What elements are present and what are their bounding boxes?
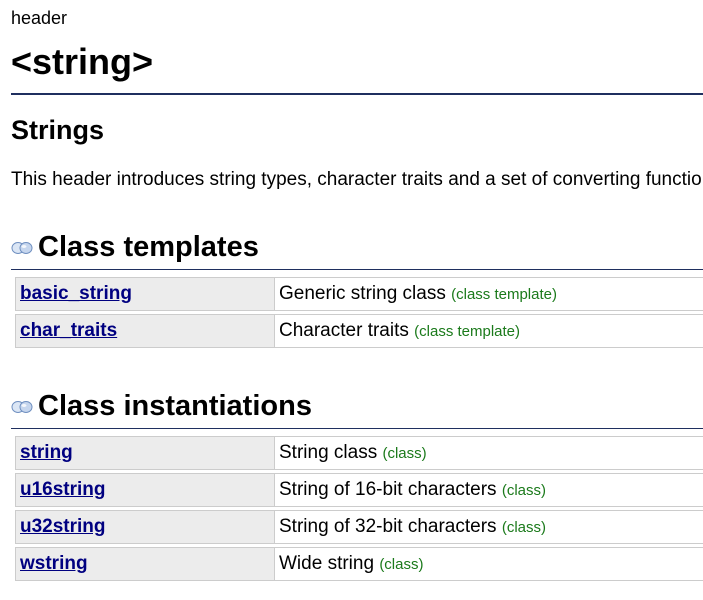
member-description: String of 16-bit characters — [279, 479, 497, 500]
member-name-cell: u32string — [15, 510, 274, 544]
table-row: wstring Wide string (class) — [15, 547, 703, 581]
member-name-cell: basic_string — [15, 277, 274, 311]
member-name-cell: u16string — [15, 473, 274, 507]
table-row: basic_string Generic string class (class… — [15, 277, 703, 311]
member-kind-badge: (class template) — [451, 286, 557, 303]
member-description: String class — [279, 442, 378, 463]
page-kind-label: header — [11, 8, 68, 28]
member-description: Generic string class — [279, 283, 446, 304]
member-description-cell: Wide string (class) — [274, 547, 703, 581]
member-name-cell: char_traits — [15, 314, 274, 348]
reference-page: header <string> Strings This header intr… — [0, 0, 703, 600]
table-row: u16string String of 16-bit characters (c… — [15, 473, 703, 507]
section-title: Class templates — [38, 231, 259, 263]
member-kind-badge: (class) — [501, 519, 546, 536]
member-name-cell: string — [15, 436, 274, 470]
page-subtitle: Strings — [11, 115, 105, 145]
member-description-cell: String class (class) — [274, 436, 703, 470]
link-u32string[interactable]: u32string — [20, 516, 106, 537]
page-title: <string> — [11, 41, 154, 82]
title-divider — [11, 93, 703, 95]
class-group-icon — [11, 401, 33, 413]
section-header-class-instantiations: Class instantiations — [11, 388, 312, 424]
section-title: Class instantiations — [38, 390, 312, 422]
member-kind-badge: (class) — [382, 445, 427, 462]
member-kind-badge: (class) — [501, 482, 546, 499]
table-row: char_traits Character traits (class temp… — [15, 314, 703, 348]
member-description: String of 32-bit characters — [279, 516, 497, 537]
member-kind-badge: (class template) — [414, 323, 521, 340]
member-description-cell: String of 32-bit characters (class) — [274, 510, 703, 544]
member-description: Character traits — [279, 320, 409, 341]
table-row: u32string String of 32-bit characters (c… — [15, 510, 703, 544]
table-row: string String class (class) — [15, 436, 703, 470]
link-wstring[interactable]: wstring — [20, 553, 88, 574]
member-name-cell: wstring — [15, 547, 274, 581]
link-u16string[interactable]: u16string — [20, 479, 106, 500]
class-instantiations-table: string String class (class) u16string St… — [15, 433, 703, 584]
member-description-cell: Character traits (class template) — [274, 314, 703, 348]
member-description-cell: String of 16-bit characters (class) — [274, 473, 703, 507]
page-description: This header introduces string types, cha… — [11, 169, 703, 190]
member-description-cell: Generic string class (class template) — [274, 277, 703, 311]
link-char-traits[interactable]: char_traits — [20, 320, 117, 341]
class-templates-table: basic_string Generic string class (class… — [15, 274, 703, 351]
link-basic-string[interactable]: basic_string — [20, 283, 132, 304]
member-kind-badge: (class) — [379, 556, 424, 573]
class-group-icon — [11, 242, 33, 254]
member-description: Wide string — [279, 553, 375, 574]
section-header-class-templates: Class templates — [11, 229, 259, 265]
section-divider — [11, 269, 703, 270]
section-divider — [11, 428, 703, 429]
link-string[interactable]: string — [20, 442, 73, 463]
